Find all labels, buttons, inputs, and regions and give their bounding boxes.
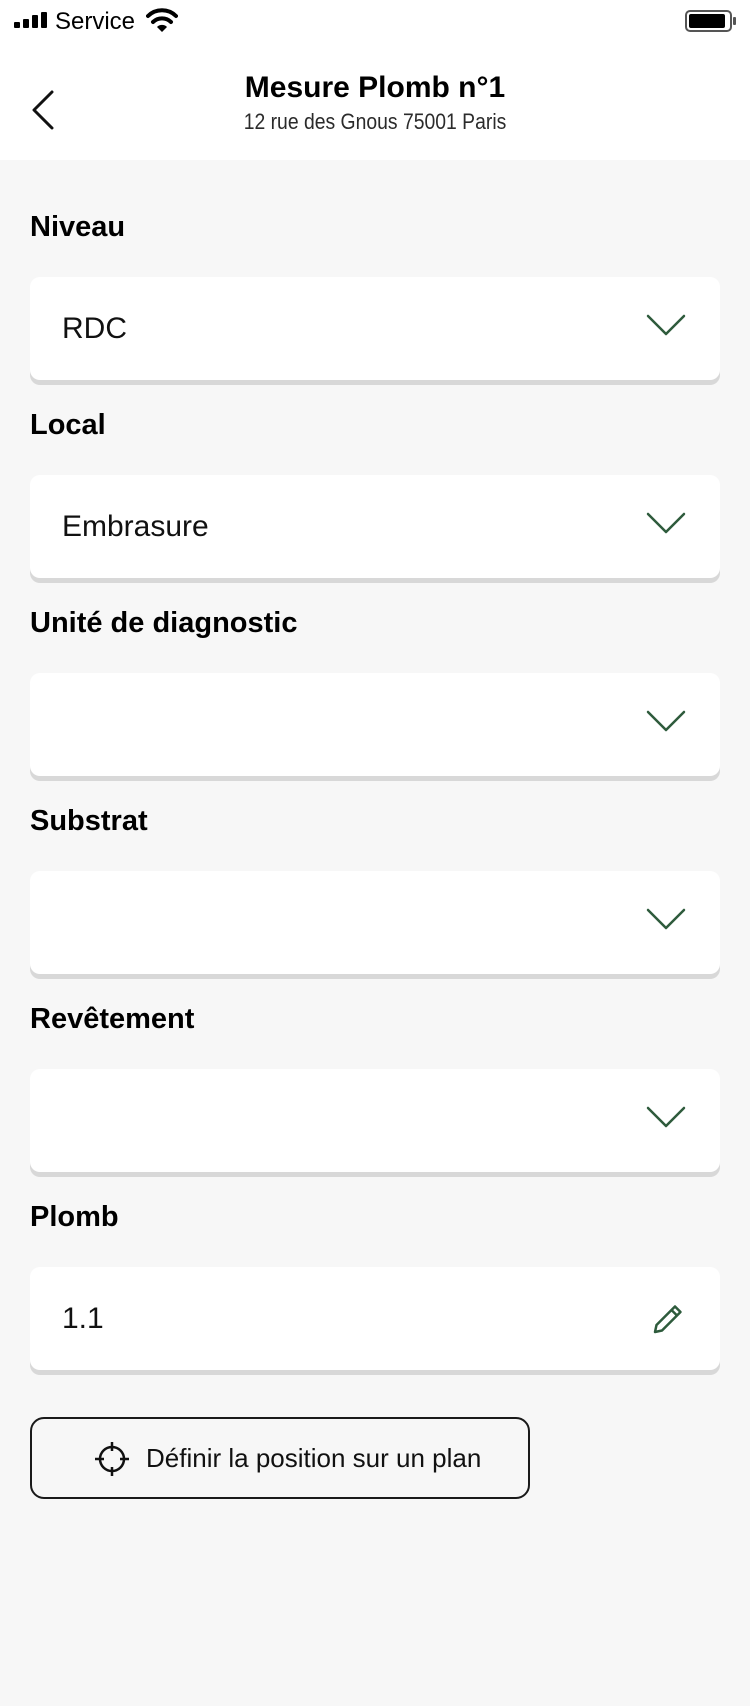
unite-diagnostic-select[interactable]	[30, 673, 720, 776]
page-title: Mesure Plomb n°1	[244, 71, 506, 104]
niveau-value: RDC	[62, 312, 127, 345]
battery-icon	[685, 10, 736, 32]
plomb-label: Plomb	[30, 1201, 119, 1233]
local-label: Local	[30, 409, 106, 441]
pencil-edit-icon[interactable]	[650, 1301, 686, 1337]
substrat-select[interactable]	[30, 871, 720, 974]
chevron-down-icon	[646, 1106, 686, 1128]
local-value: Embrasure	[62, 510, 209, 543]
signal-icon	[14, 12, 47, 28]
revetement-select[interactable]	[30, 1069, 720, 1172]
define-position-button[interactable]: Définir la position sur un plan	[30, 1417, 530, 1499]
niveau-select[interactable]: RDC	[30, 277, 720, 380]
navigation-header: Mesure Plomb n°1 12 rue des Gnous 75001 …	[0, 44, 750, 160]
revetement-label: Revêtement	[30, 1003, 195, 1035]
chevron-down-icon	[646, 908, 686, 930]
wifi-icon	[146, 8, 178, 32]
crosshair-icon	[95, 1442, 129, 1476]
status-bar: Service	[0, 0, 750, 44]
unite-diagnostic-label: Unité de diagnostic	[30, 607, 298, 639]
chevron-down-icon	[646, 512, 686, 534]
substrat-label: Substrat	[30, 805, 148, 837]
niveau-label: Niveau	[30, 211, 126, 243]
plomb-value: 1.1	[62, 1302, 104, 1335]
define-position-label: Définir la position sur un plan	[146, 1443, 482, 1473]
plomb-input[interactable]: 1.1	[30, 1267, 720, 1370]
chevron-down-icon	[646, 314, 686, 336]
local-select[interactable]: Embrasure	[30, 475, 720, 578]
carrier-name: Service	[55, 8, 136, 35]
page-subtitle-address: 12 rue des Gnous 75001 Paris	[243, 109, 507, 134]
chevron-down-icon	[646, 710, 686, 732]
